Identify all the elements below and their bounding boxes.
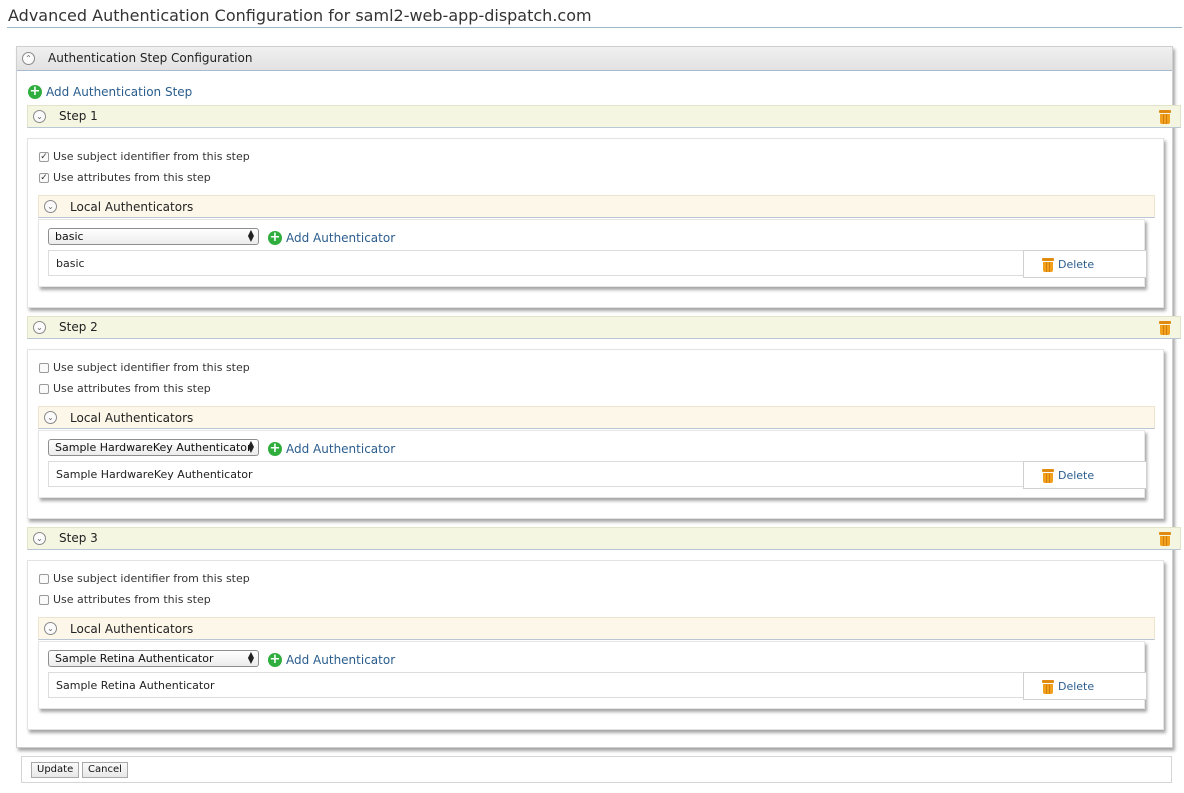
local-authenticators-body: Sample HardwareKey Authenticator ▲ ▼ + Ad… (38, 430, 1147, 498)
trash-icon (1042, 469, 1054, 483)
delete-label: Delete (1058, 258, 1095, 271)
authenticator-select[interactable]: Sample Retina Authenticator ▲ ▼ (48, 650, 259, 667)
select-arrows-icon: ▲ ▼ (247, 228, 254, 243)
local-authenticators-title: Local Authenticators (70, 200, 194, 214)
trash-icon (1042, 258, 1054, 272)
authenticator-select-value: Sample Retina Authenticator (55, 652, 214, 665)
trash-icon (1042, 680, 1054, 694)
use-attributes-checkbox[interactable]: ✓ (39, 172, 49, 183)
authenticator-row: basic Delete (48, 250, 1147, 278)
step-header-3[interactable]: ⌄ Step 3 (27, 527, 1181, 550)
use-subject-checkbox[interactable] (39, 573, 49, 584)
authenticator-row: Sample HardwareKey Authenticator Delete (48, 461, 1147, 489)
add-authentication-step-label: Add Authentication Step (46, 85, 193, 99)
delete-label: Delete (1058, 680, 1095, 693)
authenticator-name: Sample Retina Authenticator (56, 679, 215, 692)
chevron-down-icon[interactable]: ⌄ (44, 411, 57, 424)
step-title: Step 3 (59, 531, 98, 545)
select-arrows-icon: ▲ ▼ (247, 650, 254, 665)
add-authenticator-label: Add Authenticator (286, 231, 396, 245)
select-arrows-icon: ▲ ▼ (247, 439, 254, 454)
use-subject-checkbox-row[interactable]: Use subject identifier from this step (39, 361, 250, 374)
use-attributes-checkbox[interactable] (39, 594, 49, 605)
step-body-1: ✓ Use subject identifier from this step … (27, 138, 1164, 308)
add-icon: + (28, 84, 42, 99)
chevron-down-icon[interactable]: ⌄ (33, 321, 46, 334)
use-subject-checkbox[interactable] (39, 362, 49, 373)
local-authenticators-body: basic ▲ ▼ + Add Authenticator basic Delet… (38, 219, 1147, 287)
use-attributes-label: Use attributes from this step (53, 593, 211, 606)
authenticator-select[interactable]: Sample HardwareKey Authenticator ▲ ▼ (48, 439, 259, 456)
chevron-down-icon[interactable]: ⌄ (44, 200, 57, 213)
form-actions: Update Cancel (21, 756, 1172, 783)
trash-icon[interactable] (1159, 110, 1171, 124)
use-subject-checkbox-row[interactable]: Use subject identifier from this step (39, 572, 250, 585)
use-subject-label: Use subject identifier from this step (53, 361, 250, 374)
delete-authenticator-button[interactable]: Delete (1023, 250, 1147, 278)
step-title: Step 1 (59, 109, 98, 123)
add-authentication-step-link[interactable]: + Add Authentication Step (28, 85, 192, 99)
step-configuration-panel: ⌃ Authentication Step Configuration + Ad… (16, 46, 1181, 748)
local-authenticators-header[interactable]: ⌄ Local Authenticators (38, 617, 1155, 640)
use-attributes-label: Use attributes from this step (53, 171, 211, 184)
step-header-1[interactable]: ⌄ Step 1 (27, 105, 1181, 128)
delete-label: Delete (1058, 469, 1095, 482)
authenticator-select[interactable]: basic ▲ ▼ (48, 228, 259, 245)
step-body-2: Use subject identifier from this step Us… (27, 349, 1164, 519)
use-subject-label: Use subject identifier from this step (53, 572, 250, 585)
authenticator-name: basic (56, 257, 85, 270)
local-authenticators-body: Sample Retina Authenticator ▲ ▼ + Add Aut… (38, 641, 1147, 709)
step-configuration-title: Authentication Step Configuration (48, 51, 253, 65)
use-attributes-checkbox-row[interactable]: ✓ Use attributes from this step (39, 171, 211, 184)
add-icon: + (268, 441, 282, 456)
step-header-2[interactable]: ⌄ Step 2 (27, 316, 1181, 339)
authenticator-select-value: Sample HardwareKey Authenticator (55, 441, 252, 454)
use-subject-label: Use subject identifier from this step (53, 150, 250, 163)
add-authenticator-link[interactable]: + Add Authenticator (268, 231, 395, 245)
step-configuration-header[interactable]: ⌃ Authentication Step Configuration (17, 47, 1172, 71)
add-authenticator-label: Add Authenticator (286, 653, 396, 667)
step-body-3: Use subject identifier from this step Us… (27, 560, 1164, 730)
local-authenticators-header[interactable]: ⌄ Local Authenticators (38, 406, 1155, 429)
use-attributes-checkbox-row[interactable]: Use attributes from this step (39, 593, 211, 606)
local-authenticators-title: Local Authenticators (70, 622, 194, 636)
local-authenticators-title: Local Authenticators (70, 411, 194, 425)
local-authenticators-header[interactable]: ⌄ Local Authenticators (38, 195, 1155, 218)
trash-icon[interactable] (1159, 532, 1171, 546)
trash-icon[interactable] (1159, 321, 1171, 335)
chevron-up-icon[interactable]: ⌃ (22, 52, 35, 65)
update-button[interactable]: Update (31, 762, 80, 778)
delete-authenticator-button[interactable]: Delete (1023, 672, 1147, 700)
use-subject-checkbox[interactable]: ✓ (39, 151, 49, 162)
chevron-down-icon[interactable]: ⌄ (33, 532, 46, 545)
add-authenticator-link[interactable]: + Add Authenticator (268, 442, 395, 456)
use-attributes-checkbox-row[interactable]: Use attributes from this step (39, 382, 211, 395)
add-icon: + (268, 652, 282, 667)
use-attributes-label: Use attributes from this step (53, 382, 211, 395)
page-title: Advanced Authentication Configuration fo… (7, 6, 1182, 28)
use-attributes-checkbox[interactable] (39, 383, 49, 394)
authenticator-row: Sample Retina Authenticator Delete (48, 672, 1147, 700)
add-authenticator-label: Add Authenticator (286, 442, 396, 456)
chevron-down-icon[interactable]: ⌄ (33, 110, 46, 123)
step-title: Step 2 (59, 320, 98, 334)
add-authenticator-link[interactable]: + Add Authenticator (268, 653, 395, 667)
delete-authenticator-button[interactable]: Delete (1023, 461, 1147, 489)
chevron-down-icon[interactable]: ⌄ (44, 622, 57, 635)
use-subject-checkbox-row[interactable]: ✓ Use subject identifier from this step (39, 150, 250, 163)
cancel-button[interactable]: Cancel (82, 762, 128, 778)
authenticator-name: Sample HardwareKey Authenticator (56, 468, 253, 481)
authenticator-select-value: basic (55, 230, 84, 243)
add-icon: + (268, 230, 282, 245)
